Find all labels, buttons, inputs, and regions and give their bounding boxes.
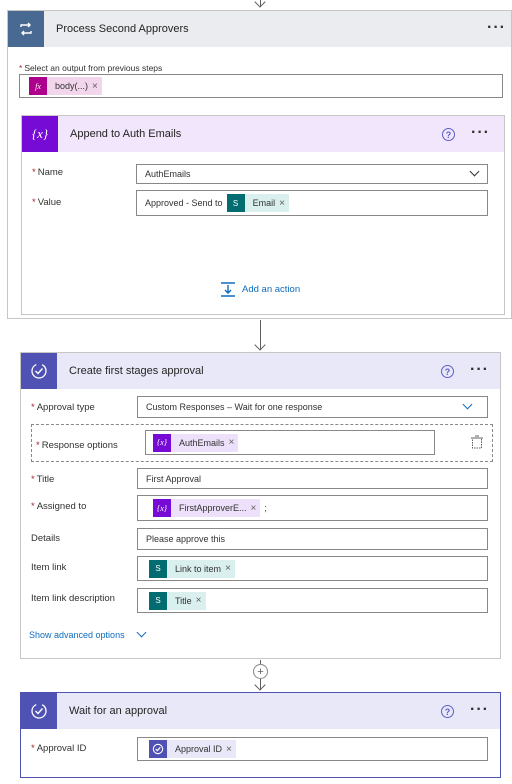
approval-icon [21,693,57,729]
approval-id-token[interactable]: Approval ID × [149,740,236,758]
authemails-token[interactable]: {x} AuthEmails × [153,433,239,452]
wait-title: Wait for an approval [69,705,168,717]
approval-more-icon[interactable]: ··· [470,362,489,378]
approval-type-dropdown[interactable]: Custom Responses – Wait for one response [137,396,488,418]
variable-icon: {x} [153,499,171,517]
show-advanced-options-link[interactable]: Show advanced options [29,630,125,640]
first-approver-token[interactable]: {x} FirstApproverE... × [153,499,261,517]
expression-icon: fx [29,77,47,95]
close-icon[interactable]: × [251,503,261,514]
response-options-field[interactable]: {x} AuthEmails × [145,430,435,455]
create-approval-card: Create first stages approval ? ··· * Appr… [20,352,501,659]
approval-type-label: * Approval type [31,402,95,413]
assigned-to-label: * Assigned to [31,501,87,512]
chevron-down-icon [469,166,480,177]
value-label: * Value [32,197,62,208]
sharepoint-icon: S [149,591,167,610]
value-field[interactable]: Approved - Send to S Email × [136,190,488,216]
item-link-field[interactable]: S Link to item × [137,556,488,581]
approval-header[interactable]: Create first stages approval [21,353,500,389]
help-icon[interactable]: ? [441,365,454,378]
sharepoint-icon: S [149,559,167,578]
add-action-icon[interactable] [220,281,236,297]
approval-id-label: * Approval ID [31,743,87,754]
assigned-to-field[interactable]: {x} FirstApproverE... × ; [137,495,488,521]
process-title: Process Second Approvers [56,23,189,35]
add-action-link[interactable]: Add an action [242,284,300,295]
chevron-down-icon[interactable] [136,627,147,638]
process-second-approvers-card: Process Second Approvers ··· * Select an … [7,10,512,319]
chevron-down-icon [462,399,473,410]
append-header[interactable]: {x} Append to Auth Emails [22,116,504,152]
wait-header[interactable]: Wait for an approval [21,693,500,729]
arrowhead-2 [254,679,266,691]
link-to-item-token[interactable]: S Link to item × [149,559,235,578]
close-icon[interactable]: × [229,437,239,448]
variable-icon: {x} [22,116,58,152]
help-icon[interactable]: ? [442,128,455,141]
close-icon[interactable]: × [226,744,236,755]
item-link-description-label: Item link description [31,593,115,604]
close-icon[interactable]: × [225,563,235,574]
email-token[interactable]: S Email × [226,194,289,212]
details-field[interactable]: Please approve this [137,528,488,550]
close-icon[interactable]: × [196,595,206,606]
approval-title: Create first stages approval [69,365,204,377]
select-output-label: * Select an output from previous steps [19,63,163,73]
select-output-field[interactable]: fx body(...) × [19,74,503,98]
details-label: Details [31,533,61,544]
append-more-icon[interactable]: ··· [471,125,490,141]
close-icon[interactable]: × [92,81,102,92]
response-options-label: * Response options [36,440,118,451]
sharepoint-icon: S [226,194,245,212]
name-label: * Name [32,167,64,178]
append-title: Append to Auth Emails [70,128,182,140]
process-header[interactable]: Process Second Approvers [8,11,511,47]
top-arrowhead [254,0,266,8]
body-token[interactable]: fx body(...) × [29,77,102,95]
approval-icon [21,353,57,389]
title-field[interactable]: First Approval [137,468,488,489]
title-label: * Title [31,474,55,485]
variable-icon: {x} [153,433,171,452]
help-icon[interactable]: ? [441,705,454,718]
item-link-description-field[interactable]: S Title × [137,588,488,613]
name-dropdown[interactable]: AuthEmails [136,164,488,184]
title-token[interactable]: S Title × [149,591,206,610]
item-link-label: Item link [31,562,67,573]
insert-step-icon[interactable]: + [253,664,268,679]
delete-icon[interactable] [470,435,484,449]
wait-more-icon[interactable]: ··· [470,702,489,718]
append-auth-emails-card: {x} Append to Auth Emails ? ··· * Name Au… [21,115,505,315]
wait-approval-card: Wait for an approval ? ··· * Approval ID … [20,692,501,778]
loop-icon [8,11,44,47]
arrowhead-1 [254,339,266,351]
process-more-icon[interactable]: ··· [487,20,506,36]
approval-icon [149,740,167,758]
approval-id-field[interactable]: Approval ID × [137,737,488,761]
close-icon[interactable]: × [279,198,289,209]
